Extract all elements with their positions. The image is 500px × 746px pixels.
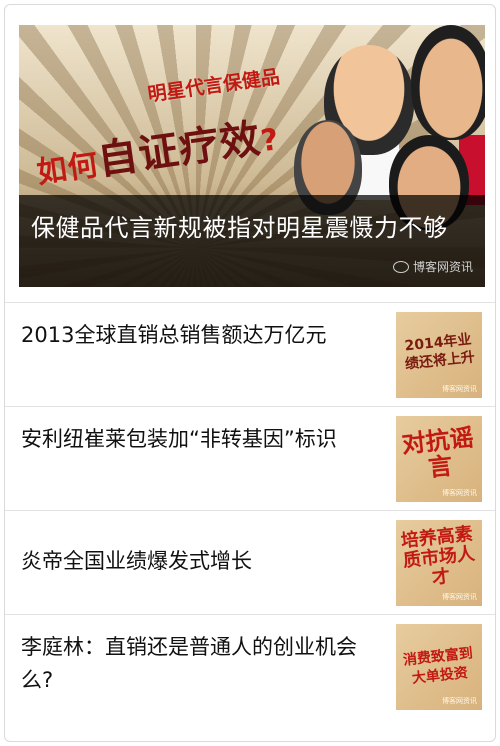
hero-watermark-text: 博客网资讯 (412, 260, 473, 274)
list-item-thumbnail[interactable]: 2014年业绩还将上升 博客网资讯 (396, 312, 482, 398)
thumbnail-text: 对抗谣言 (400, 423, 475, 483)
hero-article[interactable]: 明星代言保健品 如何自证疗效? 保健品代言新规被指对明星震慑力不够 博客网资讯 (19, 25, 485, 287)
thumbnail-watermark: 博客网资讯 (442, 489, 477, 497)
news-card: 明星代言保健品 如何自证疗效? 保健品代言新规被指对明星震慑力不够 博客网资讯 … (4, 4, 496, 742)
list-item[interactable]: 炎帝全国业绩爆发式增长 培养高素质市场人才 博客网资讯 (5, 510, 495, 614)
list-item-thumbnail[interactable]: 消费致富到大单投资 博客网资讯 (396, 624, 482, 710)
hero-image-face (411, 25, 485, 140)
list-item-title[interactable]: 炎帝全国业绩爆发式增长 (21, 545, 371, 578)
list-item[interactable]: 安利纽崔莱包装加“非转基因”标识 对抗谣言 博客网资讯 (5, 406, 495, 510)
wechat-icon (392, 260, 409, 273)
thumbnail-text: 2014年业绩还将上升 (403, 331, 476, 373)
hero-watermark: 博客网资讯 (392, 258, 473, 275)
list-item-thumbnail[interactable]: 对抗谣言 博客网资讯 (396, 416, 482, 502)
thumbnail-text: 消费致富到大单投资 (402, 645, 474, 687)
list-item-title[interactable]: 李庭林：直销还是普通人的创业机会么? (21, 631, 371, 697)
list-item-title[interactable]: 安利纽崔莱包装加“非转基因”标识 (21, 423, 371, 456)
list-item[interactable]: 李庭林：直销还是普通人的创业机会么? 消费致富到大单投资 博客网资讯 (5, 614, 495, 718)
list-item[interactable]: 2013全球直销总销售额达万亿元 2014年业绩还将上升 博客网资讯 (5, 302, 495, 406)
list-item-title[interactable]: 2013全球直销总销售额达万亿元 (21, 319, 371, 352)
thumbnail-text: 培养高素质市场人才 (399, 523, 476, 589)
thumbnail-watermark: 博客网资讯 (442, 593, 477, 601)
thumbnail-watermark: 博客网资讯 (442, 385, 477, 393)
list-item-thumbnail[interactable]: 培养高素质市场人才 博客网资讯 (396, 520, 482, 606)
hero-title[interactable]: 保健品代言新规被指对明星震慑力不够 (31, 209, 473, 247)
hero-question-prefix: 如何 (34, 147, 102, 191)
thumbnail-watermark: 博客网资讯 (442, 697, 477, 705)
